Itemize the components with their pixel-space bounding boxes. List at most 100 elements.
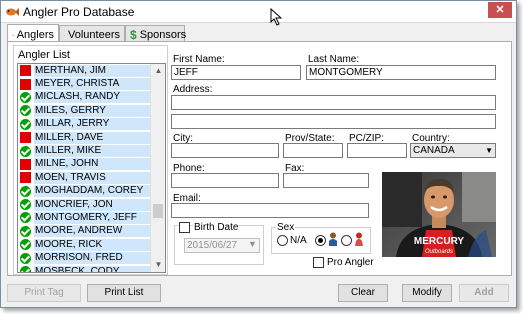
angler-photo: MERCURY Outboards xyxy=(382,172,496,257)
list-item-name: MONTGOMERY, JEFF xyxy=(34,211,151,224)
list-item[interactable]: MEYER, CHRISTA xyxy=(18,77,151,91)
tab-volunteers[interactable]: Volunteers xyxy=(59,25,125,42)
scroll-thumb[interactable] xyxy=(153,204,163,218)
green-check-icon xyxy=(20,105,31,117)
list-item[interactable]: MILES, GERRY xyxy=(18,104,151,117)
shirt-logo-text: MERCURY xyxy=(414,236,465,247)
list-item[interactable]: MORRISON, FRED xyxy=(18,251,151,265)
sex-male-radio[interactable] xyxy=(315,235,326,246)
green-check-icon xyxy=(20,199,31,211)
tab-label: Sponsors xyxy=(139,29,187,41)
list-item[interactable]: MERTHAN, JIM xyxy=(18,64,151,77)
title-bar[interactable]: Angler Pro Database ✕ xyxy=(1,1,516,23)
tab-sponsors[interactable]: $ Sponsors xyxy=(125,25,187,42)
handshake-icon xyxy=(64,34,65,36)
green-check-icon xyxy=(20,118,31,130)
close-button[interactable]: ✕ xyxy=(488,2,512,18)
zip-field[interactable] xyxy=(347,143,407,158)
app-window: Angler Pro Database ✕ Anglers Volunteers… xyxy=(0,0,517,308)
red-square-icon xyxy=(20,172,31,184)
list-item-name: MONCRIEF, JON xyxy=(34,198,151,211)
list-item[interactable]: MOORE, RICK xyxy=(18,238,151,251)
list-item-name: MOORE, RICK xyxy=(34,238,151,251)
phone-field[interactable] xyxy=(171,173,279,188)
angler-list-legend: Angler List xyxy=(16,49,72,61)
print-list-button[interactable]: Print List xyxy=(87,284,161,302)
red-square-icon xyxy=(20,158,31,170)
angler-listbox[interactable]: MERTHAN, JIM MEYER, CHRISTA MICLASH, RANDY… xyxy=(17,63,166,273)
list-item-name: MOORE, ANDREW xyxy=(34,225,151,238)
list-item[interactable]: MICLASH, RANDY xyxy=(18,91,151,104)
list-item[interactable]: MILLER, MIKE xyxy=(18,144,151,158)
address-label: Address: xyxy=(173,84,213,95)
fish-icon xyxy=(6,8,19,16)
red-square-icon xyxy=(20,78,31,90)
list-item[interactable]: MILLER, DAVE xyxy=(18,131,151,144)
shirt-logo-subtext: Outboards xyxy=(425,249,453,255)
list-item[interactable]: MOORE, ANDREW xyxy=(18,225,151,238)
green-check-icon xyxy=(20,266,31,272)
anglers-panel: Angler List MERTHAN, JIM MEYER, CHRISTA MI… xyxy=(7,41,512,276)
tab-label: Anglers xyxy=(16,29,54,41)
add-button[interactable]: Add xyxy=(459,284,509,302)
red-square-icon xyxy=(20,65,31,77)
country-value: CANADA xyxy=(413,145,455,156)
list-item-name: MILES, GERRY xyxy=(34,104,151,117)
list-item-name: MORRISON, FRED xyxy=(34,252,151,265)
sex-label: Sex xyxy=(276,222,296,233)
list-item-name: MILNE, JOHN xyxy=(34,158,151,171)
pro-angler-label: Pro Angler xyxy=(327,257,374,268)
last-name-field[interactable] xyxy=(306,65,496,80)
list-item[interactable]: MONTGOMERY, JEFF xyxy=(18,211,151,224)
green-check-icon xyxy=(20,212,31,224)
scroll-up-arrow[interactable]: ▲ xyxy=(151,64,165,78)
first-name-field[interactable] xyxy=(171,65,301,80)
birth-date-checkbox[interactable] xyxy=(179,222,190,233)
sex-na-radio[interactable] xyxy=(277,235,288,246)
list-item-name: MEYER, CHRISTA xyxy=(34,78,151,91)
red-square-icon xyxy=(20,132,31,144)
list-item[interactable]: MILNE, JOHN xyxy=(18,158,151,171)
chevron-down-icon: ▼ xyxy=(485,146,493,155)
sex-na-label: N/A xyxy=(290,235,307,246)
address-line2-field[interactable] xyxy=(171,114,496,129)
address-line1-field[interactable] xyxy=(171,95,496,110)
prov-state-field[interactable] xyxy=(283,143,343,158)
list-item[interactable]: MOSBECK, CODY xyxy=(18,265,151,272)
birth-date-label: Birth Date xyxy=(193,222,240,233)
dollar-icon: $ xyxy=(130,28,137,42)
list-item-name: MILLER, DAVE xyxy=(34,131,151,144)
first-name-label: First Name: xyxy=(173,54,225,65)
list-item[interactable]: MONCRIEF, JON xyxy=(18,198,151,211)
country-select[interactable]: CANADA ▼ xyxy=(410,143,496,158)
green-check-icon xyxy=(20,239,31,251)
city-field[interactable] xyxy=(171,143,279,158)
tab-label: Volunteers xyxy=(68,29,120,41)
list-scrollbar[interactable]: ▲ ▼ xyxy=(150,64,165,272)
green-check-icon xyxy=(20,225,31,237)
list-item-name: MOEN, TRAVIS xyxy=(34,171,151,184)
window-title: Angler Pro Database xyxy=(23,5,135,19)
list-item[interactable]: MILLAR, JERRY xyxy=(18,118,151,131)
green-check-icon xyxy=(20,252,31,264)
male-icon xyxy=(329,232,337,246)
fax-field[interactable] xyxy=(283,173,369,188)
green-check-icon xyxy=(20,91,31,103)
list-item-name: MERTHAN, JIM xyxy=(34,64,151,77)
female-icon xyxy=(355,232,363,246)
list-item[interactable]: MOEN, TRAVIS xyxy=(18,171,151,184)
sex-female-radio[interactable] xyxy=(341,235,352,246)
fish-icon xyxy=(12,34,14,36)
modify-button[interactable]: Modify xyxy=(402,284,452,302)
print-tag-button[interactable]: Print Tag xyxy=(7,284,81,302)
list-item-name: MOSBECK, CODY xyxy=(34,265,151,272)
list-item-name: MILLER, MIKE xyxy=(34,145,151,158)
clear-button[interactable]: Clear xyxy=(338,284,388,302)
last-name-label: Last Name: xyxy=(308,54,360,65)
pro-angler-checkbox[interactable] xyxy=(313,257,324,268)
email-field[interactable] xyxy=(171,203,369,218)
mouse-cursor-icon xyxy=(270,8,283,26)
list-item[interactable]: MOGHADDAM, COREY xyxy=(18,185,151,198)
angler-list-items: MERTHAN, JIM MEYER, CHRISTA MICLASH, RANDY… xyxy=(18,64,151,272)
scroll-down-arrow[interactable]: ▼ xyxy=(151,258,165,272)
